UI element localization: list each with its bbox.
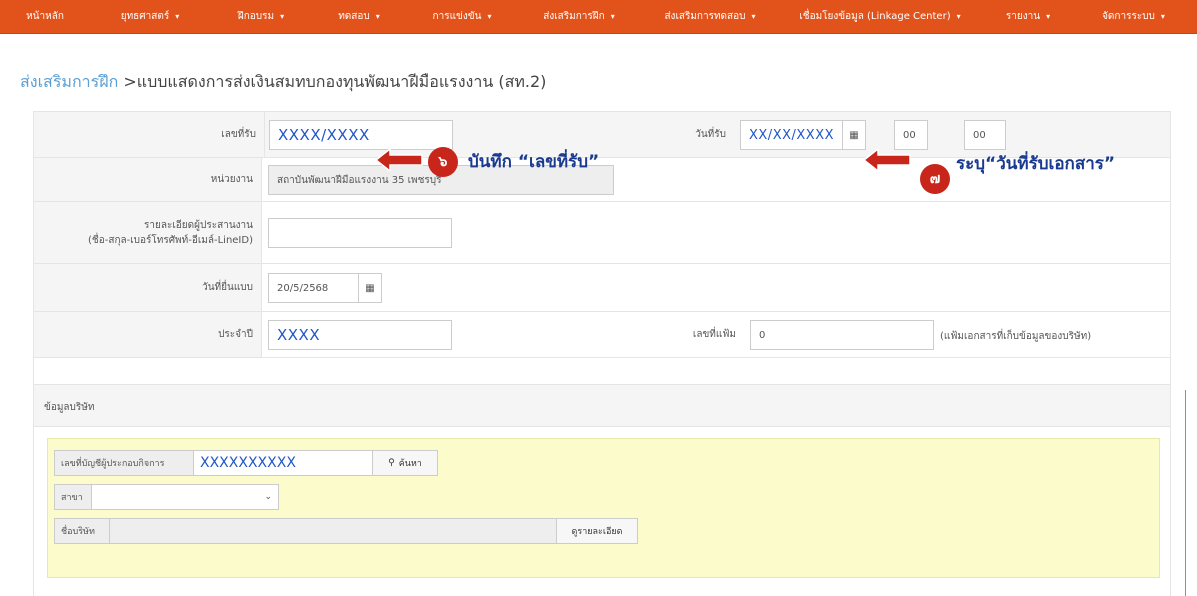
chevron-down-icon: ▾ [280,12,285,21]
form-row-coordinator: รายละเอียดผู้ประสานงาน (ชื่อ-สกุล-เบอร์โ… [34,202,1170,264]
company-panel-header: ข้อมูลบริษัท [34,385,1170,427]
chevron-down-icon: ▾ [175,12,180,21]
receipt-minute-select[interactable]: 00 [964,120,1006,150]
submit-date-value: 20/5/2568 [277,282,329,294]
page-title-text: แบบแสดงการส่งเงินสมทบกองทุนพัฒนาฝีมือแรง… [136,72,547,91]
account-input[interactable]: XXXXXXXXXX [193,450,373,476]
receipt-hour-value: 00 [903,129,916,141]
receipt-date-value: XX/XX/XXXX [749,127,835,143]
step-7-note: ระบุ“วันที่รับเอกสาร” [956,154,1116,174]
step-6-badge: ๖ [428,147,458,177]
step-7-badge: ๗ [920,164,950,194]
agency-label: หน่วยงาน [34,158,262,201]
calendar-icon[interactable]: ▦ [358,273,382,303]
receipt-date-label: วันที่รับ [674,112,734,157]
coordinator-label-line1: รายละเอียดผู้ประสานงาน [144,219,253,231]
form-row-submit-date: วันที่ยื่นแบบ 20/5/2568 ▦ [34,264,1170,312]
agency-value: สถาบันพัฒนาฝีมือแรงงาน 35 เพชรบุรี [277,174,442,186]
nav-testing-promotion-label: ส่งเสริมการทดสอบ [664,11,746,22]
file-no-hint: (แฟ้มเอกสารที่เก็บข้อมูลของบริษัท) [940,331,1092,342]
nav-training-label: ฝึกอบรม [237,11,275,22]
panel-right-edge [1185,390,1186,596]
nav-admin-label: จัดการระบบ [1102,11,1155,22]
nav-testing[interactable]: ทดสอบ ▾ [312,0,406,34]
nav-training-promotion-label: ส่งเสริมการฝึก [543,11,605,22]
file-no-value: 0 [759,329,766,341]
chevron-down-icon: ▾ [1046,12,1051,21]
nav-training-promotion[interactable]: ส่งเสริมการฝึก ▾ [518,0,640,34]
detail-button[interactable]: ดูรายละเอียด [556,518,638,544]
chevron-down-icon: ▾ [610,12,615,21]
chevron-down-icon: ▾ [956,12,961,21]
account-label: เลขที่บัญชีผู้ประกอบกิจการ [54,450,194,476]
top-navbar: หน้าหลัก ยุทธศาสตร์ ▾ ฝึกอบรม ▾ ทดสอบ ▾ การ… [0,0,1197,34]
nav-home-label: หน้าหลัก [26,11,64,22]
branch-select[interactable]: ⌄ [91,484,279,510]
calendar-icon[interactable]: ▦ [842,120,866,150]
company-search-box: เลขที่บัญชีผู้ประกอบกิจการ XXXXXXXXXX ⚲ ค… [47,438,1160,578]
receipt-minute-value: 00 [973,129,986,141]
nav-training[interactable]: ฝึกอบรม ▾ [210,0,312,34]
nav-testing-promotion[interactable]: ส่งเสริมการทดสอบ ▾ [640,0,780,34]
receipt-no-label: เลขที่รับ [34,112,265,157]
receipt-date-input[interactable]: XX/XX/XXXX [740,120,844,150]
nav-linkage[interactable]: เชื่อมโยงข้อมูล (Linkage Center) ▾ [780,0,980,34]
breadcrumb-separator: > [118,72,137,91]
nav-home[interactable]: หน้าหลัก [0,0,90,34]
submit-date-input[interactable]: 20/5/2568 [268,273,360,303]
receipt-no-value: XXXX/XXXX [278,126,370,144]
search-button[interactable]: ⚲ ค้นหา [372,450,438,476]
nav-report-label: รายงาน [1005,11,1041,22]
arrow-left-icon [864,149,911,171]
nav-testing-label: ทดสอบ [338,11,370,22]
page-title: ส่งเสริมการฝึก >แบบแสดงการส่งเงินสมทบกอง… [20,70,546,95]
nav-strategy[interactable]: ยุทธศาสตร์ ▾ [90,0,210,34]
search-icon: ⚲ [388,458,395,468]
year-input[interactable]: XXXX [268,320,452,350]
nav-strategy-label: ยุทธศาสตร์ [120,11,170,22]
chevron-down-icon: ▾ [487,12,492,21]
chevron-down-icon: ▾ [375,12,380,21]
submit-date-label: วันที่ยื่นแบบ [34,264,262,311]
chevron-down-icon: ⌄ [264,492,272,502]
coordinator-input[interactable] [268,218,452,248]
coordinator-label-line2: (ชื่อ-สกุล-เบอร์โทรศัพท์-อีเมล์-LineID) [88,234,253,246]
company-panel: ข้อมูลบริษัท เลขที่บัญชีผู้ประกอบกิจการ … [33,384,1171,596]
year-label: ประจำปี [34,312,262,357]
nav-competition-label: การแข่งขัน [432,11,482,22]
nav-linkage-label: เชื่อมโยงข้อมูล (Linkage Center) [799,11,951,22]
file-no-input[interactable]: 0 [750,320,934,350]
account-value: XXXXXXXXXX [200,455,296,471]
breadcrumb-link[interactable]: ส่งเสริมการฝึก [20,72,118,91]
search-button-label: ค้นหา [398,459,422,469]
form-row-year: ประจำปี XXXX เลขที่แฟ้ม 0 (แฟ้มเอกสารที่… [34,312,1170,358]
nav-competition[interactable]: การแข่งขัน ▾ [406,0,518,34]
receipt-no-input[interactable]: XXXX/XXXX [269,120,453,150]
coordinator-label: รายละเอียดผู้ประสานงาน (ชื่อ-สกุล-เบอร์โ… [34,202,262,263]
nav-report[interactable]: รายงาน ▾ [980,0,1076,34]
nav-admin[interactable]: จัดการระบบ ▾ [1076,0,1191,34]
file-no-label: เลขที่แฟ้ม [664,312,744,357]
company-name-label: ชื่อบริษัท [54,518,110,544]
chevron-down-icon: ▾ [751,12,756,21]
step-6-note: บันทึก “เลขที่รับ” [468,152,600,172]
arrow-left-icon [376,149,423,171]
chevron-down-icon: ▾ [1160,12,1165,21]
company-name-input [109,518,557,544]
branch-label: สาขา [54,484,92,510]
year-value: XXXX [277,326,321,344]
receipt-hour-select[interactable]: 00 [894,120,928,150]
